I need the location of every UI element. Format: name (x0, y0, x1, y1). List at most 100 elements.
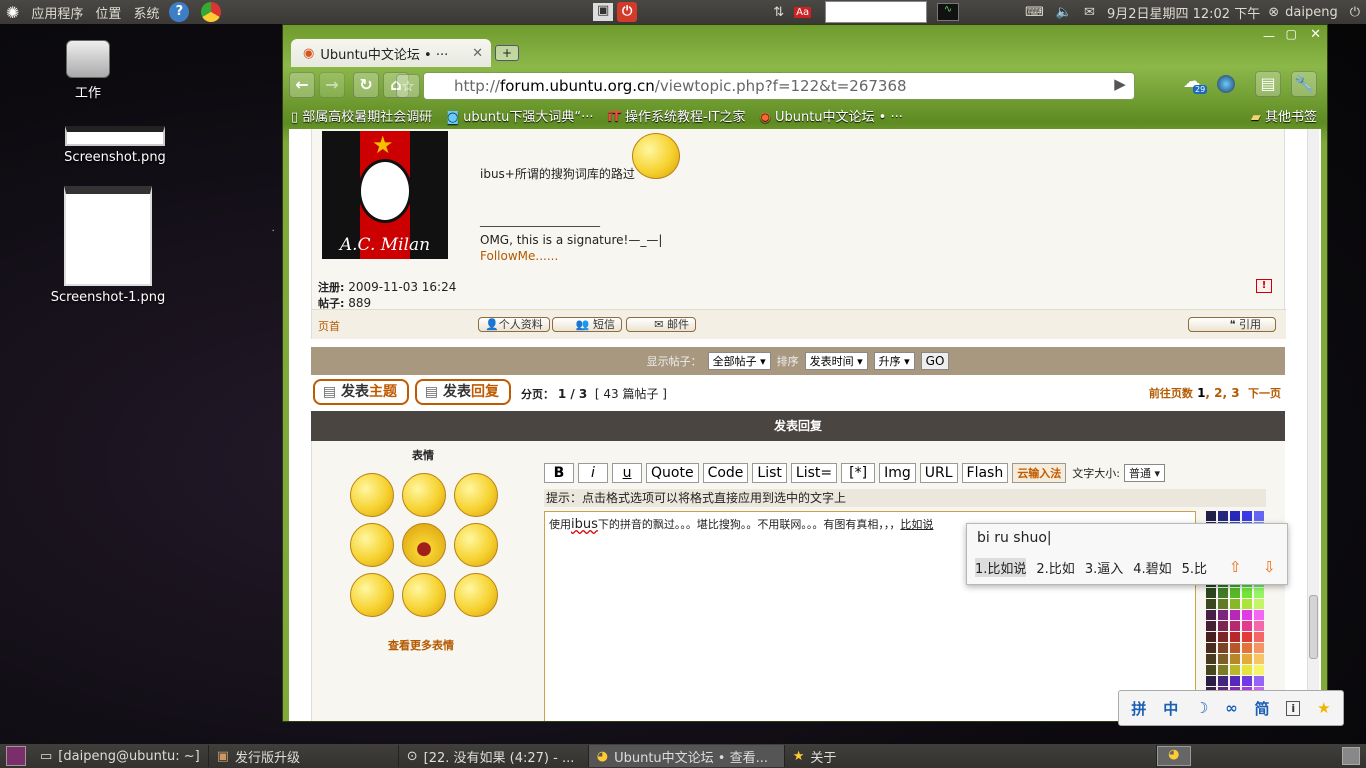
list-item-button[interactable]: [*] (841, 463, 876, 483)
page-menu-icon[interactable]: ▤ (1255, 71, 1281, 97)
palette-swatch[interactable] (1254, 632, 1264, 642)
bold-button[interactable]: B (544, 463, 574, 483)
palette-swatch[interactable] (1218, 621, 1228, 631)
palette-swatch[interactable] (1206, 643, 1216, 653)
reload-icon[interactable]: ↻ (353, 72, 379, 98)
mail-icon[interactable]: ✉ (1078, 5, 1101, 20)
shy-icon[interactable] (402, 573, 446, 617)
keyboard-indicator[interactable]: Aa (794, 6, 812, 18)
window-minimize-icon[interactable]: — (1263, 29, 1275, 43)
task-terminal[interactable]: ▭ [daipeng@ubuntu: ~] (32, 745, 209, 767)
palette-swatch[interactable] (1242, 511, 1252, 521)
cloud-ime-button[interactable]: 云输入法 (1012, 463, 1067, 483)
flash-tag-button[interactable]: Flash (961, 463, 1009, 483)
ime-candidate[interactable]: 4.碧如 (1133, 558, 1171, 577)
wrench-menu-icon[interactable]: 🔧 (1291, 71, 1317, 97)
palette-swatch[interactable] (1206, 621, 1216, 631)
palette-swatch[interactable] (1242, 610, 1252, 620)
palette-swatch[interactable] (1242, 676, 1252, 686)
code-tag-button[interactable]: Code (702, 463, 749, 483)
profile-button[interactable]: 👤个人资料 (478, 317, 550, 332)
ime-info-icon[interactable]: i (1286, 700, 1301, 716)
task-update-manager[interactable]: ▣ 发行版升级 (209, 745, 399, 767)
task-music-player[interactable]: ⊙ [22. 没有如果 (4:27) - ... (399, 745, 589, 767)
ubuntu-logo-icon[interactable]: ✺ (0, 3, 25, 22)
palette-swatch[interactable] (1230, 610, 1240, 620)
chrome-tray-icon[interactable]: ◕ (1156, 746, 1191, 766)
show-select[interactable]: 全部帖子 ▾ (707, 352, 771, 370)
palette-swatch[interactable] (1218, 599, 1228, 609)
palette-swatch[interactable] (1242, 632, 1252, 642)
bookmark-item[interactable]: ▯ 部属高校暑期社会调研 (291, 106, 432, 125)
top-link[interactable]: 页首 (318, 318, 340, 334)
palette-swatch[interactable] (1254, 599, 1264, 609)
bookmark-star-icon[interactable]: ☆ (396, 74, 420, 98)
bookmark-item[interactable]: ◉ Ubuntu中文论坛 • ··· (759, 106, 902, 125)
user-name[interactable]: daipeng (1279, 5, 1344, 20)
menu-system[interactable]: 系统 (127, 3, 165, 22)
ime-candidate[interactable]: 3.逼入 (1085, 558, 1123, 577)
palette-swatch[interactable] (1218, 654, 1228, 664)
tab-ubuntu-forum[interactable]: ◉ Ubuntu中文论坛 • ··· ✕ (291, 39, 491, 67)
palette-swatch[interactable] (1242, 643, 1252, 653)
palette-swatch[interactable] (1230, 643, 1240, 653)
user-status-icon[interactable]: ⊗ (1268, 5, 1279, 20)
palette-swatch[interactable] (1254, 511, 1264, 521)
palette-swatch[interactable] (1230, 632, 1240, 642)
go-button[interactable]: GO (920, 352, 950, 370)
palette-swatch[interactable] (1254, 665, 1264, 675)
palette-swatch[interactable] (1206, 676, 1216, 686)
panel-search-box[interactable] (825, 1, 928, 23)
email-button[interactable]: ✉ 邮件 (626, 317, 696, 332)
shout-icon[interactable] (402, 523, 446, 567)
task-chrome[interactable]: ◕ Ubuntu中文论坛 • 查看... (588, 745, 785, 767)
underline-button[interactable]: u (612, 463, 642, 483)
menu-places[interactable]: 位置 (89, 3, 127, 22)
more-smilies-link[interactable]: 查看更多表情 (388, 637, 454, 653)
other-bookmarks[interactable]: ▰ 其他书签 (1251, 106, 1317, 125)
palette-swatch[interactable] (1254, 676, 1264, 686)
palette-swatch[interactable] (1254, 643, 1264, 653)
palette-swatch[interactable] (1230, 599, 1240, 609)
url-bar[interactable]: ☆ http://forum.ubuntu.org.cn/viewtopic.p… (396, 72, 1135, 100)
trash-icon[interactable] (1342, 747, 1360, 765)
palette-swatch[interactable] (1254, 621, 1264, 631)
task-about[interactable]: ★ 关于 (785, 745, 1157, 767)
sweat-icon[interactable] (454, 523, 498, 567)
palette-swatch[interactable] (1206, 588, 1216, 598)
page-scrollbar[interactable] (1307, 129, 1319, 721)
weather-icon[interactable]: ☁ 29 (1183, 71, 1208, 94)
desktop-icon-screenshot-1[interactable]: Screenshot-1.png (48, 186, 168, 305)
ime-simplified-icon[interactable]: 简 (1255, 698, 1270, 719)
page-2-link[interactable]: 2 (1214, 386, 1222, 400)
palette-swatch[interactable] (1218, 610, 1228, 620)
palette-swatch[interactable] (1218, 511, 1228, 521)
wink-icon[interactable] (454, 473, 498, 517)
list-tag-button[interactable]: List (752, 463, 787, 483)
italic-button[interactable]: i (578, 463, 608, 483)
palette-swatch[interactable] (1254, 610, 1264, 620)
sort-select[interactable]: 发表时间 ▾ (804, 352, 868, 370)
quote-tag-button[interactable]: Quote (646, 463, 699, 483)
tongue-icon[interactable] (402, 473, 446, 517)
url-tag-button[interactable]: URL (919, 463, 958, 483)
show-desktop-icon[interactable] (6, 746, 26, 766)
palette-swatch[interactable] (1242, 654, 1252, 664)
ime-next-page-icon[interactable]: ⇩ (1263, 558, 1276, 576)
palette-swatch[interactable] (1230, 588, 1240, 598)
help-icon[interactable]: ? (169, 2, 190, 22)
go-icon[interactable]: ▶ (1110, 75, 1130, 97)
forward-icon[interactable]: → (319, 72, 345, 98)
grin-icon[interactable] (350, 573, 394, 617)
pm-button[interactable]: 👥 短信 (552, 317, 622, 332)
ime-candidate[interactable]: 5.比 (1182, 558, 1207, 577)
palette-swatch[interactable] (1230, 654, 1240, 664)
power-icon[interactable]: ⏻ (617, 2, 638, 22)
order-select[interactable]: 升序 ▾ (873, 352, 915, 370)
report-icon[interactable]: ! (1256, 279, 1272, 293)
desktop-icon-work[interactable]: 工作 (28, 40, 148, 101)
chrome-icon[interactable] (201, 2, 222, 22)
img-tag-button[interactable]: Img (879, 463, 916, 483)
palette-swatch[interactable] (1254, 654, 1264, 664)
page-3-link[interactable]: 3 (1231, 386, 1239, 400)
